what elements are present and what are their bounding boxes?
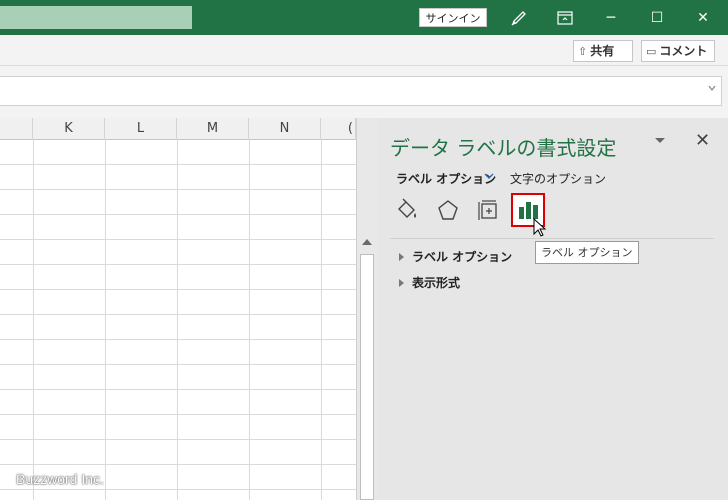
section-number-format-label: 表示形式 [412,276,461,290]
column-headers: K L M N ( [0,118,356,140]
vertical-scrollbar[interactable] [356,118,377,500]
watermark: Buzzword Inc. [16,471,104,487]
comment-button[interactable]: ▭ コメント [641,40,715,62]
ribbon-display-icon[interactable] [542,0,588,35]
column-header-l[interactable]: L [105,118,177,140]
share-button[interactable]: ⇧ 共有 [573,40,633,62]
tab-text-options[interactable]: 文字のオプション [510,170,606,187]
mouse-cursor-icon [533,218,547,237]
comment-label: コメント [659,44,708,58]
scroll-up-icon[interactable] [362,239,372,245]
minimize-icon[interactable]: ─ [588,0,634,35]
fill-line-icon[interactable] [390,193,424,227]
section-label-options-label: ラベル オプション [412,250,513,264]
expand-triangle-icon [399,278,404,287]
formula-bar-area [0,66,728,118]
close-icon[interactable]: ✕ [680,0,726,35]
column-header-n[interactable]: N [249,118,321,140]
tooltip: ラベル オプション [535,241,639,264]
pane-title: データ ラベルの書式設定 [390,136,617,160]
chevron-down-icon[interactable] [483,170,495,182]
maximize-icon[interactable]: ☐ [634,0,680,35]
column-header-k[interactable]: K [33,118,105,140]
pane-close-icon[interactable]: ✕ [695,130,710,151]
size-properties-icon[interactable] [472,193,506,227]
signin-button[interactable]: サインイン [419,8,487,27]
column-header-o[interactable]: ( [321,118,356,140]
format-data-labels-pane: データ ラベルの書式設定 ✕ ラベル オプション 文字のオプション ラベル オプ… [377,118,728,500]
pane-options-dropdown-icon[interactable] [655,138,665,143]
scroll-thumb[interactable] [360,254,374,500]
ribbon-strip: ⇧ 共有 ▭ コメント [0,35,728,66]
share-label: 共有 [590,44,615,58]
cell-area[interactable] [0,140,356,500]
share-icon: ⇧ [578,45,588,58]
comment-icon: ▭ [646,45,657,58]
column-header-m[interactable]: M [177,118,249,140]
pen-icon[interactable] [496,0,542,35]
column-header-blank[interactable] [0,118,33,140]
section-number-format[interactable]: 表示形式 [399,274,460,291]
expand-chevron-icon[interactable] [707,83,717,93]
section-label-options[interactable]: ラベル オプション [399,248,512,265]
expand-triangle-icon [399,252,404,261]
search-box[interactable] [0,6,192,29]
worksheet-grid[interactable]: K L M N ( [0,118,356,500]
effects-icon[interactable] [431,193,465,227]
pane-divider [390,238,714,239]
title-bar: サインイン ─ ☐ ✕ [0,0,728,35]
tab-label-options[interactable]: ラベル オプション [396,170,496,187]
formula-input[interactable] [0,76,722,106]
